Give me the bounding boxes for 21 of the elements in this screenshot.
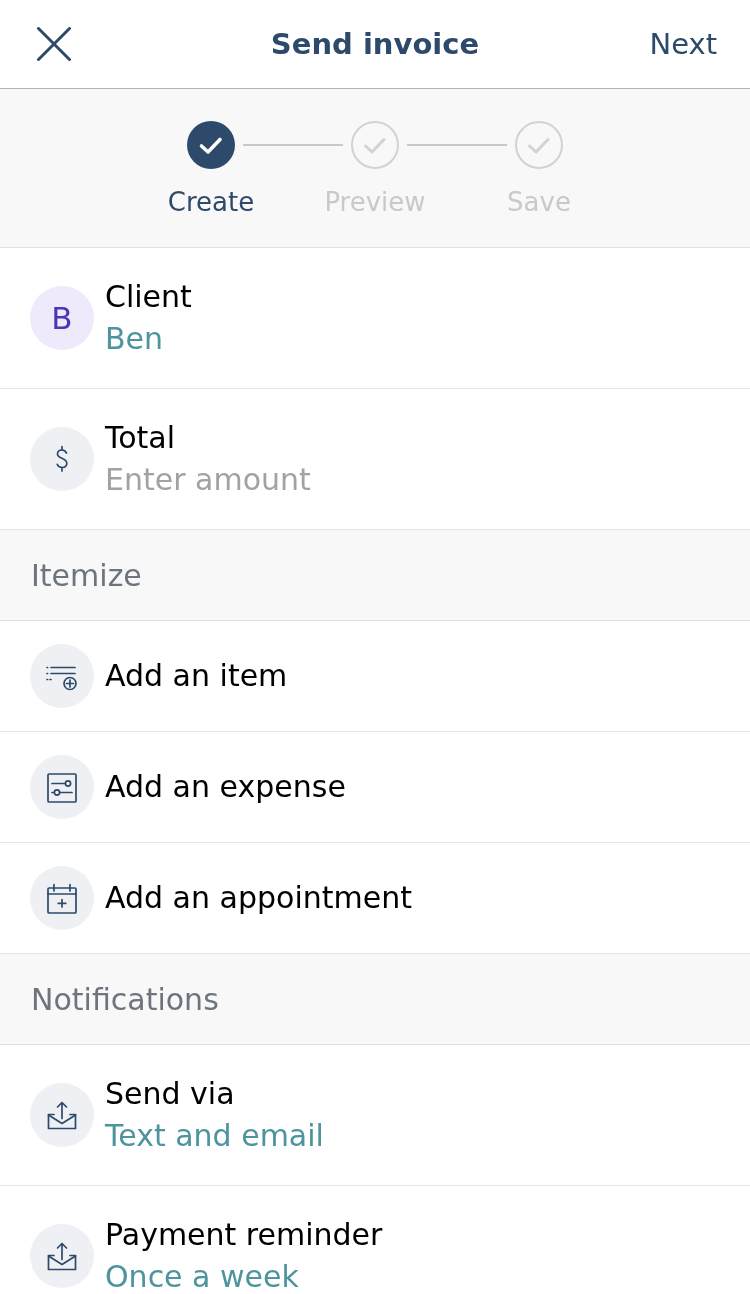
action-label[interactable]: Add an appointment xyxy=(105,882,412,914)
amount-input[interactable]: Enter amount xyxy=(105,464,355,496)
action-label[interactable]: Add an item xyxy=(105,660,288,692)
field-label: Send via xyxy=(105,1078,235,1110)
next-button[interactable]: Next xyxy=(642,23,724,65)
field-label: Payment reminder xyxy=(105,1219,383,1251)
field-label: Client xyxy=(105,281,192,313)
dollar-icon xyxy=(30,427,94,491)
section-header: Itemize xyxy=(0,530,750,621)
envelope-upload-icon xyxy=(30,1083,94,1147)
step-label: Create xyxy=(167,186,255,218)
field-label: Total xyxy=(105,422,176,454)
envelope-upload-icon xyxy=(30,1224,94,1288)
list-plus-icon xyxy=(30,644,94,708)
client-avatar: B xyxy=(30,286,94,350)
close-icon xyxy=(37,27,71,61)
action-label[interactable]: Add an expense xyxy=(105,771,346,803)
calendar-plus-icon xyxy=(30,866,94,930)
sliders-icon xyxy=(30,755,94,819)
section-header: Notifications xyxy=(0,954,750,1045)
screen-title: Send invoice xyxy=(270,26,480,62)
